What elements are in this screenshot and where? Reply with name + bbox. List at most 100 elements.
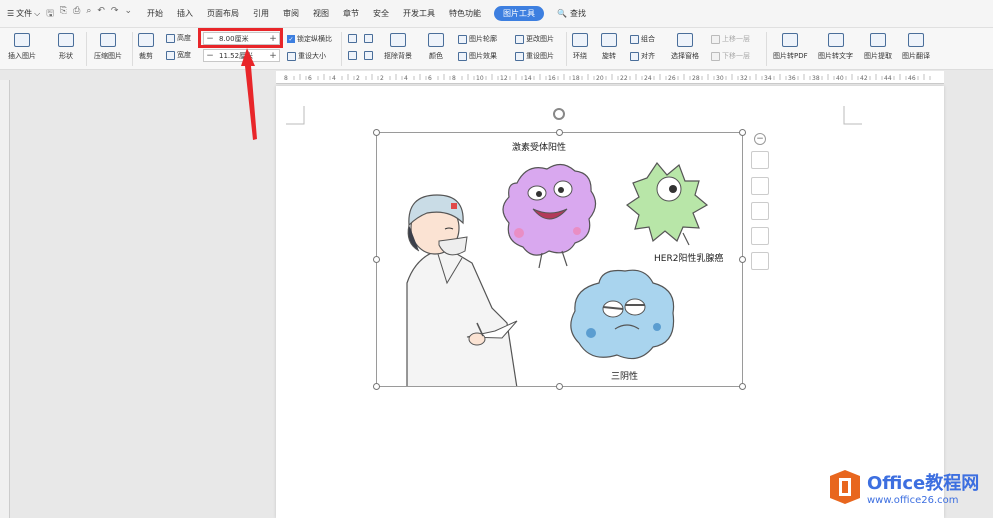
reset-size-label: 重设大小: [298, 52, 326, 60]
picture-effect-button[interactable]: 图片效果: [458, 51, 497, 61]
to-pdf-label: 图片转PDF: [773, 52, 808, 60]
ruler-tick-label: 34: [764, 75, 772, 82]
contrast-icon: [364, 34, 373, 43]
watermark: Office教程网 www.office26.com: [828, 468, 979, 506]
print-icon[interactable]: ⎙: [73, 6, 80, 22]
ruler-tick-label: 28: [692, 75, 700, 82]
hamburger-icon: ☰: [7, 9, 15, 18]
tab-chapter[interactable]: 章节: [336, 8, 366, 19]
save-icon[interactable]: 🖫: [46, 6, 54, 22]
group-icon: [630, 34, 639, 44]
brightness-up-button[interactable]: [348, 34, 357, 43]
layout-options-icon[interactable]: [751, 151, 769, 169]
redo-icon[interactable]: ↷: [111, 6, 119, 22]
remove-background-icon: [390, 33, 406, 47]
file-menu-label: 文件: [16, 9, 33, 18]
label-triple-negative: 三阴性: [611, 372, 639, 382]
send-backward-icon: [711, 51, 720, 61]
tab-special[interactable]: 特色功能: [442, 8, 488, 19]
tab-review[interactable]: 审阅: [276, 8, 306, 19]
print-preview-icon[interactable]: ⌕: [86, 6, 91, 22]
tab-picture-tools[interactable]: 图片工具: [494, 6, 545, 21]
insert-picture-label: 插入图片: [8, 52, 36, 60]
tab-view[interactable]: 视图: [306, 8, 336, 19]
bring-forward-label: 上移一层: [722, 35, 750, 43]
customize-icon[interactable]: ⌄: [124, 6, 132, 22]
color-icon: [428, 33, 444, 47]
tab-home[interactable]: 开始: [140, 8, 170, 19]
undo-icon[interactable]: ↶: [97, 6, 105, 22]
resize-handle-left[interactable]: [373, 256, 380, 263]
highlight-box: [198, 28, 283, 48]
resize-handle-top[interactable]: [556, 129, 563, 136]
crop-button[interactable]: 裁剪: [138, 33, 154, 61]
reset-size-button[interactable]: 重设大小: [287, 51, 326, 61]
decrease-width-button[interactable]: −: [204, 51, 216, 61]
crop-icon[interactable]: [751, 202, 769, 220]
copy-picture-icon[interactable]: [751, 252, 769, 270]
file-menu[interactable]: ☰ 文件 ⌵: [0, 8, 40, 19]
picture-outline-button[interactable]: 图片轮廓: [458, 34, 497, 44]
lock-ratio-label: 锁定纵横比: [297, 35, 332, 43]
to-pdf-button[interactable]: 图片转PDF: [773, 33, 808, 61]
blue-cell: [570, 269, 675, 360]
resize-handle-bottom-right[interactable]: [739, 383, 746, 390]
reset-picture-button[interactable]: 重设图片: [515, 51, 554, 61]
send-backward-button[interactable]: 下移一层: [711, 51, 750, 61]
height-icon: [166, 33, 175, 43]
tab-references[interactable]: 引用: [246, 8, 276, 19]
tab-page-layout[interactable]: 页面布局: [200, 8, 246, 19]
insert-picture-button[interactable]: 插入图片: [8, 33, 36, 61]
resize-handle-top-left[interactable]: [373, 129, 380, 136]
selection-pane-button[interactable]: 选择窗格: [671, 33, 699, 61]
brightness-down-button[interactable]: [348, 51, 357, 60]
remove-background-icon[interactable]: [751, 227, 769, 245]
translate-icon: [908, 33, 924, 47]
search-label: 查找: [569, 9, 586, 18]
remove-background-button[interactable]: 抠除背景: [384, 33, 412, 61]
outline-icon: [458, 34, 467, 44]
shape-label: 形状: [59, 52, 73, 60]
search-button[interactable]: 🔍 查找: [550, 8, 593, 19]
tab-security[interactable]: 安全: [366, 8, 396, 19]
horizontal-ruler: 8 6 4 2 2 4 6 8 10 12 14 16 18 20 22 24 26 28 30 32 34 36 38 40…: [276, 71, 944, 84]
to-text-button[interactable]: 图片转文字: [818, 33, 853, 61]
watermark-brand: Office教程网: [867, 472, 980, 494]
compress-button[interactable]: 压缩图片: [94, 33, 122, 61]
rotate-handle-icon[interactable]: [553, 108, 565, 120]
shape-button[interactable]: 形状: [58, 33, 74, 61]
ruler-tick-label: 42: [860, 75, 868, 82]
contrast-up-button[interactable]: [364, 34, 373, 43]
tab-insert[interactable]: 插入: [170, 8, 200, 19]
align-button[interactable]: 对齐: [630, 51, 655, 61]
ruler-tick-label: 38: [812, 75, 820, 82]
change-picture-button[interactable]: 更改图片: [515, 34, 554, 44]
tab-developer[interactable]: 开发工具: [396, 8, 442, 19]
effect-icon: [458, 51, 467, 61]
doctor-figure: [406, 194, 518, 386]
extract-button[interactable]: 图片提取: [864, 33, 892, 61]
lock-ratio-checkbox[interactable]: ✓ 锁定纵横比: [287, 34, 332, 44]
translate-button[interactable]: 图片翻译: [902, 33, 930, 61]
ruler-tick-label: 32: [740, 75, 748, 82]
export-icon[interactable]: ⎘: [60, 6, 67, 22]
zoom-in-icon[interactable]: [751, 177, 769, 195]
ruler-tick-label: 30: [716, 75, 724, 82]
ruler-tick-label: 18: [572, 75, 580, 82]
change-picture-icon: [515, 34, 524, 44]
margin-corner-left: [286, 106, 305, 125]
resize-handle-bottom[interactable]: [556, 383, 563, 390]
remove-background-label: 抠除背景: [384, 52, 412, 60]
group-button[interactable]: 组合: [630, 34, 655, 44]
collapse-icon[interactable]: −: [754, 133, 766, 145]
wrap-button[interactable]: 环绕: [572, 33, 588, 61]
bring-forward-button[interactable]: 上移一层: [711, 34, 750, 44]
ruler-tick-label: 6: [428, 75, 432, 82]
rotate-button[interactable]: 旋转: [601, 33, 617, 61]
color-button[interactable]: 颜色: [428, 33, 444, 61]
color-label: 颜色: [429, 52, 443, 60]
contrast-down-button[interactable]: [364, 51, 373, 60]
resize-handle-top-right[interactable]: [739, 129, 746, 136]
resize-handle-bottom-left[interactable]: [373, 383, 380, 390]
resize-handle-right[interactable]: [739, 256, 746, 263]
